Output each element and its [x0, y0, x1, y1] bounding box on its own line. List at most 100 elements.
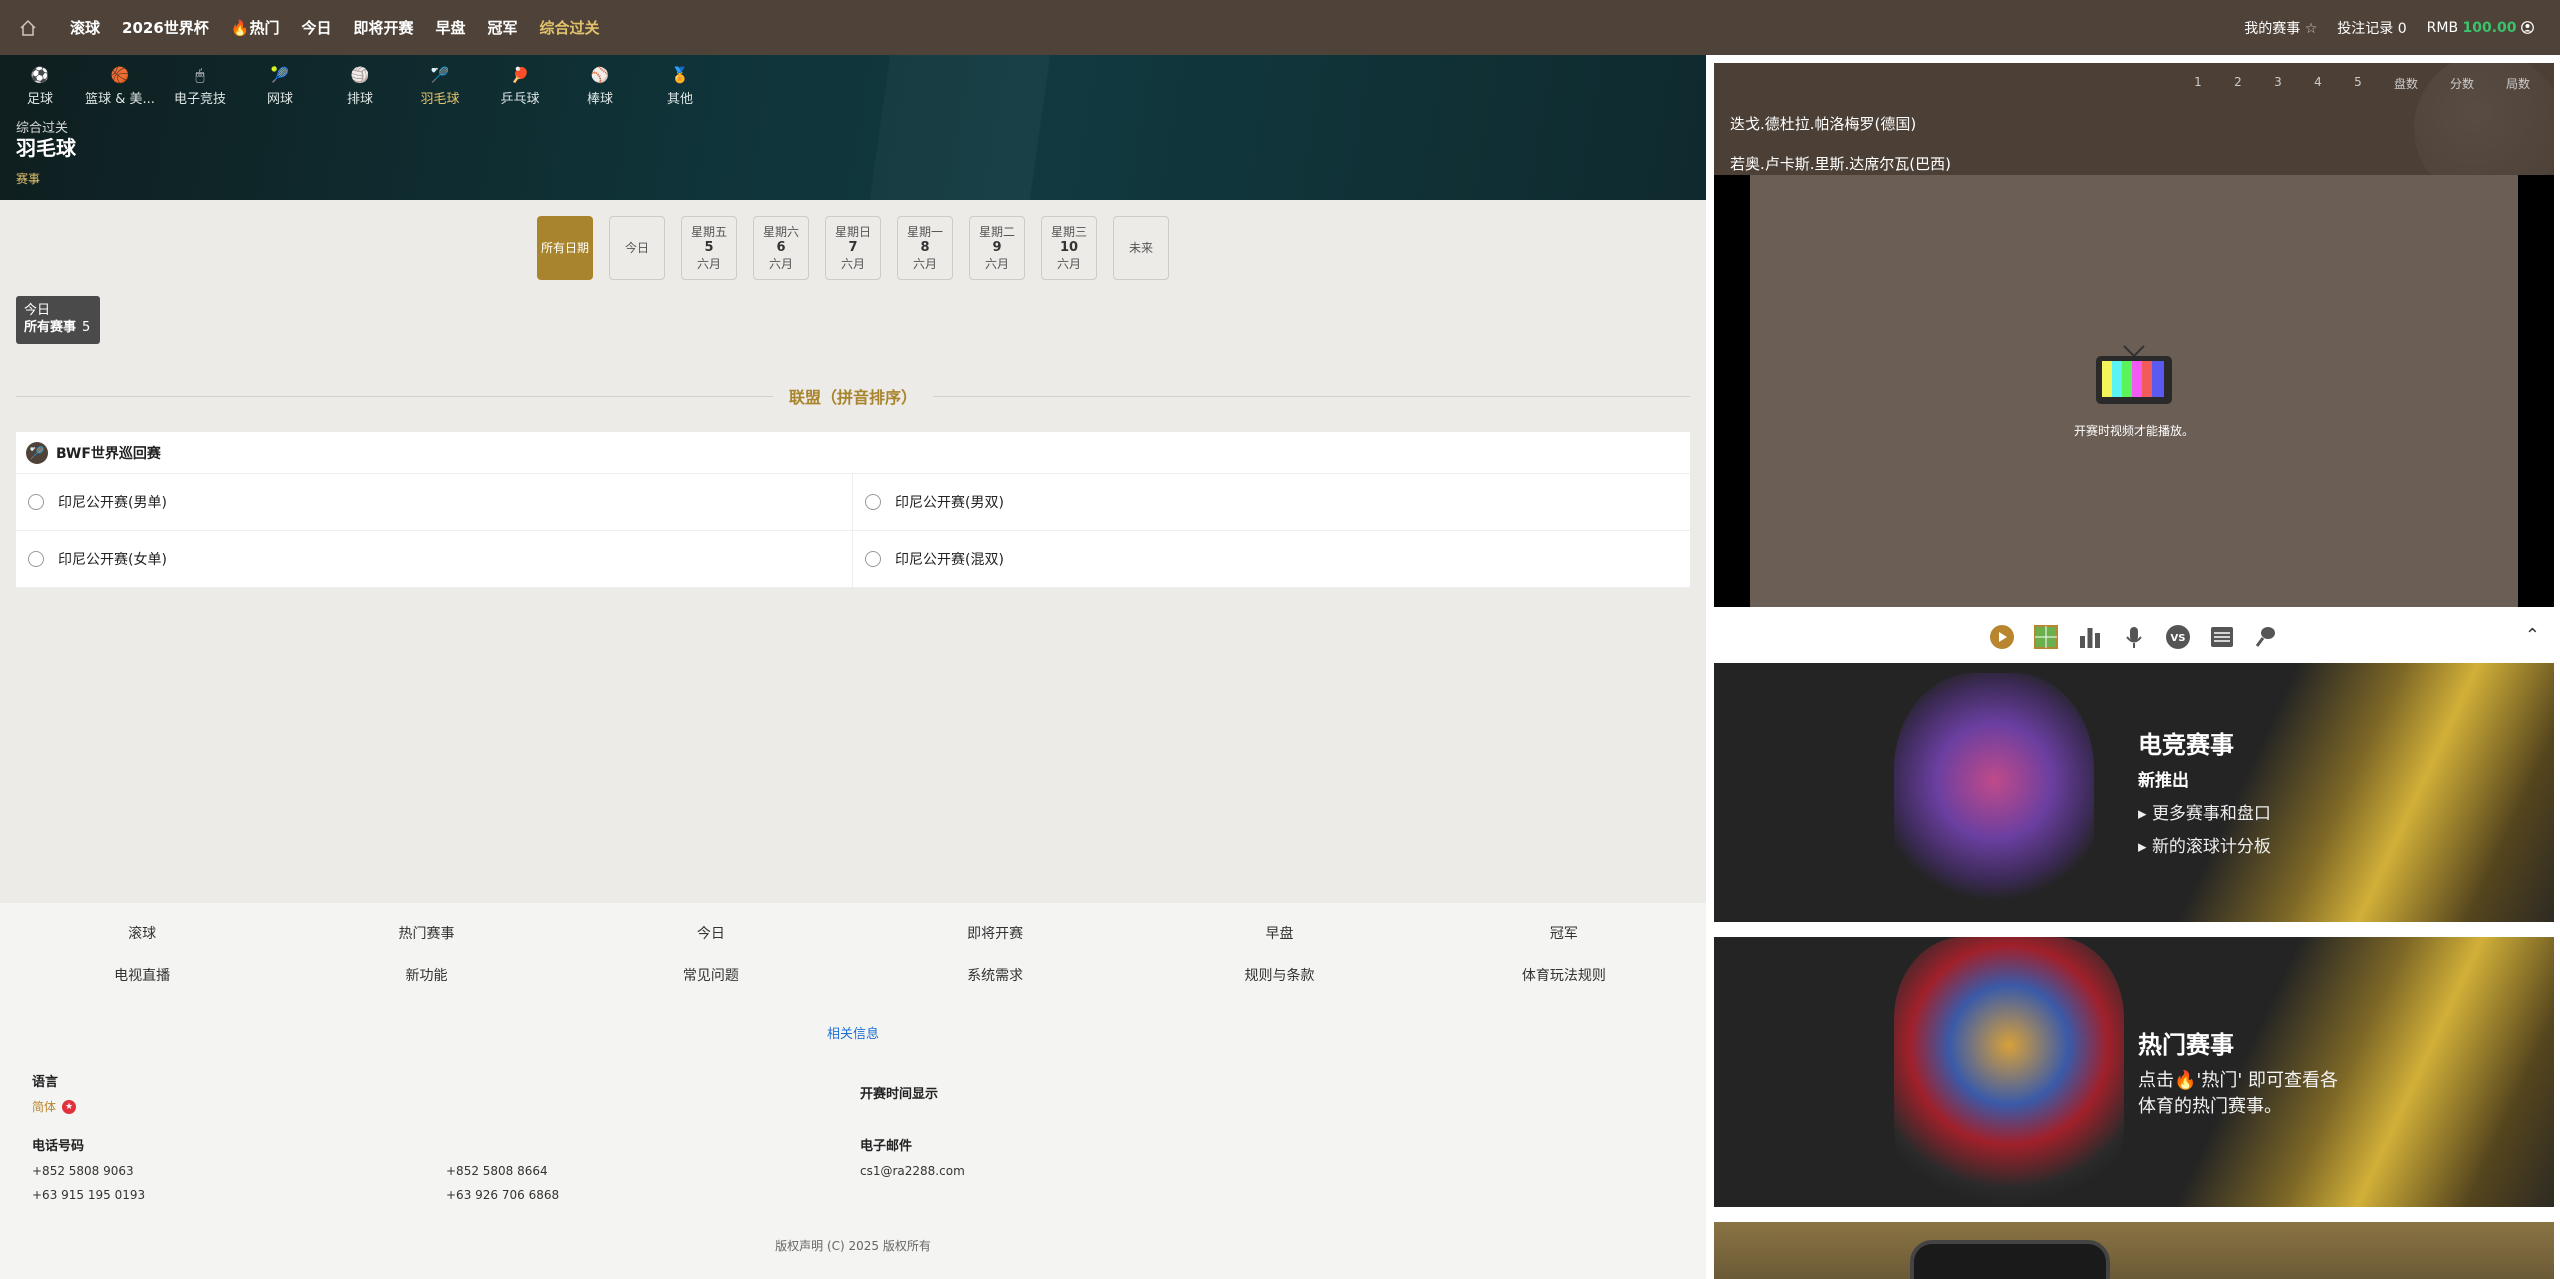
radio-button[interactable]	[28, 494, 44, 510]
footer-link[interactable]: 滚球	[0, 923, 284, 943]
event-item[interactable]: 印尼公开赛(男双)	[853, 474, 1690, 531]
event-name: 印尼公开赛(男双)	[895, 495, 1004, 511]
sport-label: 篮球 & 美...	[85, 92, 155, 107]
footer-link[interactable]: 新功能	[284, 965, 568, 985]
date-tab-day: 10	[1059, 240, 1079, 255]
league-name: BWF世界巡回赛	[56, 445, 161, 462]
footer-link[interactable]: 早盘	[1137, 923, 1421, 943]
event-item[interactable]: 印尼公开赛(混双)	[853, 531, 1690, 588]
sport-badminton[interactable]: 🏸 羽毛球	[400, 65, 480, 107]
court-icon[interactable]	[2032, 623, 2060, 651]
nav-worldcup[interactable]: 2026世界杯	[122, 17, 209, 38]
language-section: 语言 简体 ★	[32, 1071, 77, 1119]
kickoff-section: 开赛时间显示	[860, 1083, 938, 1107]
top-nav-bar: 滚球 2026世界杯 🔥热门 今日 即将开赛 早盘 冠军 综合过关 我的赛事 ☆…	[0, 0, 2560, 55]
date-tab-label: 未来	[1128, 241, 1153, 255]
date-tab-fri[interactable]: 星期五 5 六月	[681, 216, 737, 280]
date-tab-weekday: 星期二	[978, 225, 1015, 239]
main-nav: 滚球 2026世界杯 🔥热门 今日 即将开赛 早盘 冠军 综合过关	[70, 17, 622, 38]
sport-basketball[interactable]: 🏀 篮球 & 美...	[80, 65, 160, 107]
date-tab-today[interactable]: 今日	[609, 216, 665, 280]
date-tab-future[interactable]: 未来	[1113, 216, 1169, 280]
footer: 滚球 热门赛事 今日 即将开赛 早盘 冠军 电视直播 新功能 常见问题 系统需求…	[0, 903, 1706, 1279]
event-count: 5	[82, 320, 91, 335]
chevron-up-icon[interactable]: ⌃	[2525, 625, 2540, 646]
league-header[interactable]: 🏸 BWF世界巡回赛	[16, 432, 1690, 474]
table-tennis-icon: 🏓	[510, 66, 530, 84]
balance[interactable]: RMB 100.00	[2427, 20, 2534, 36]
sport-baseball[interactable]: ⚾ 棒球	[560, 65, 640, 107]
user-icon[interactable]	[2521, 20, 2534, 36]
footer-link[interactable]: 今日	[569, 923, 853, 943]
tab-events[interactable]: 赛事	[16, 170, 40, 187]
microphone-icon[interactable]	[2120, 623, 2148, 651]
footer-link[interactable]: 电视直播	[0, 965, 284, 985]
date-tab-day: 9	[992, 240, 1002, 255]
radio-button[interactable]	[865, 494, 881, 510]
nav-outright[interactable]: 冠军	[488, 17, 518, 38]
event-item[interactable]: 印尼公开赛(女单)	[16, 531, 853, 588]
date-tab-sun[interactable]: 星期日 7 六月	[825, 216, 881, 280]
date-tab-weekday: 星期五	[690, 225, 727, 239]
banner-point: ▸ 更多赛事和盘口	[2138, 804, 2271, 824]
footer-link[interactable]: 规则与条款	[1137, 965, 1421, 985]
footer-link[interactable]: 常见问题	[569, 965, 853, 985]
badminton-icon[interactable]	[2252, 623, 2280, 651]
my-events-label: 我的赛事	[2244, 20, 2301, 37]
date-tabs: 所有日期 今日 星期五 5 六月 星期六 6 六月 星期日 7 六月 星期一 8 六月 星期二 9…	[537, 216, 1169, 280]
sport-esports[interactable]: 🖱 电子竞技	[160, 65, 240, 107]
sport-volleyball[interactable]: 🏐 排球	[320, 65, 400, 107]
app-banner[interactable]	[1714, 1222, 2554, 1279]
esports-banner[interactable]: 电竞赛事 新推出 ▸ 更多赛事和盘口 ▸ 新的滚球计分板	[1714, 663, 2554, 922]
footer-link[interactable]: 热门赛事	[284, 923, 568, 943]
bet-records-link[interactable]: 投注记录 0	[2337, 18, 2406, 38]
footer-link[interactable]: 系统需求	[853, 965, 1137, 985]
home-icon[interactable]	[0, 0, 56, 55]
nav-upcoming[interactable]: 即将开赛	[353, 17, 413, 38]
date-tab-day: 8	[920, 240, 930, 255]
phone-section-2: +852 5808 8664 +63 926 706 6868	[446, 1159, 559, 1207]
sport-label: 乒乓球	[500, 92, 540, 107]
radio-button[interactable]	[865, 551, 881, 567]
nav-parlay[interactable]: 综合过关	[540, 17, 600, 38]
my-events-link[interactable]: 我的赛事 ☆	[2244, 18, 2317, 38]
date-tab-all[interactable]: 所有日期	[537, 216, 593, 280]
league-events: 印尼公开赛(男单) 印尼公开赛(男双) 印尼公开赛(女单) 印尼公开赛(混双)	[16, 474, 1690, 588]
nav-today[interactable]: 今日	[301, 17, 331, 38]
score-columns: 1 2 3 4 5 盘数 分数 局数	[2178, 75, 2546, 92]
date-tab-tue[interactable]: 星期二 9 六月	[969, 216, 1025, 280]
footer-link[interactable]: 即将开赛	[853, 923, 1137, 943]
date-tab-wed[interactable]: 星期三 10 六月	[1041, 216, 1097, 280]
stats-icon[interactable]	[2076, 623, 2104, 651]
nav-hot[interactable]: 🔥热门	[231, 17, 280, 38]
date-tab-month: 六月	[696, 257, 721, 271]
sport-soccer[interactable]: ⚽ 足球	[0, 65, 80, 107]
nav-early[interactable]: 早盘	[436, 17, 466, 38]
volleyball-icon: 🏐	[350, 66, 370, 84]
date-tab-sat[interactable]: 星期六 6 六月	[753, 216, 809, 280]
divider	[933, 395, 1691, 397]
scoreboard: 1 2 3 4 5 盘数 分数 局数 迭戈.德杜拉.帕洛梅罗(德国) 若奥.卢卡…	[1714, 63, 2554, 175]
video-player[interactable]: 开赛时视频才能播放。	[1714, 175, 2554, 607]
phone-image	[1910, 1240, 2110, 1279]
footer-link[interactable]: 冠军	[1422, 923, 1706, 943]
radio-button[interactable]	[28, 551, 44, 567]
scoreboard-icon[interactable]	[2208, 623, 2236, 651]
language-selector[interactable]: 简体 ★	[32, 1095, 77, 1119]
email-address[interactable]: cs1@ra2288.com	[860, 1159, 965, 1183]
play-icon[interactable]	[1988, 623, 2016, 651]
event-item[interactable]: 印尼公开赛(男单)	[16, 474, 853, 531]
hot-events-banner[interactable]: 热门赛事 点击🔥'热门' 即可查看各 体育的热门赛事。	[1714, 937, 2554, 1207]
versus-icon[interactable]: VS	[2164, 623, 2192, 651]
date-tab-mon[interactable]: 星期一 8 六月	[897, 216, 953, 280]
sport-other[interactable]: 🏅 其他	[640, 65, 720, 107]
footer-link[interactable]: 体育玩法规则	[1422, 965, 1706, 985]
sport-label: 足球	[26, 92, 53, 107]
sport-table-tennis[interactable]: 🏓 乒乓球	[480, 65, 560, 107]
phone-number: +63 926 706 6868	[446, 1188, 560, 1202]
sport-tennis[interactable]: 🎾 网球	[240, 65, 320, 107]
right-panel: 1 2 3 4 5 盘数 分数 局数 迭戈.德杜拉.帕洛梅罗(德国) 若奥.卢卡…	[1706, 55, 2560, 1279]
nav-inplay[interactable]: 滚球	[70, 17, 100, 38]
related-info-link[interactable]: 相关信息	[0, 1023, 1706, 1042]
today-filter-chip[interactable]: 今日 所有赛事 5	[16, 296, 100, 344]
